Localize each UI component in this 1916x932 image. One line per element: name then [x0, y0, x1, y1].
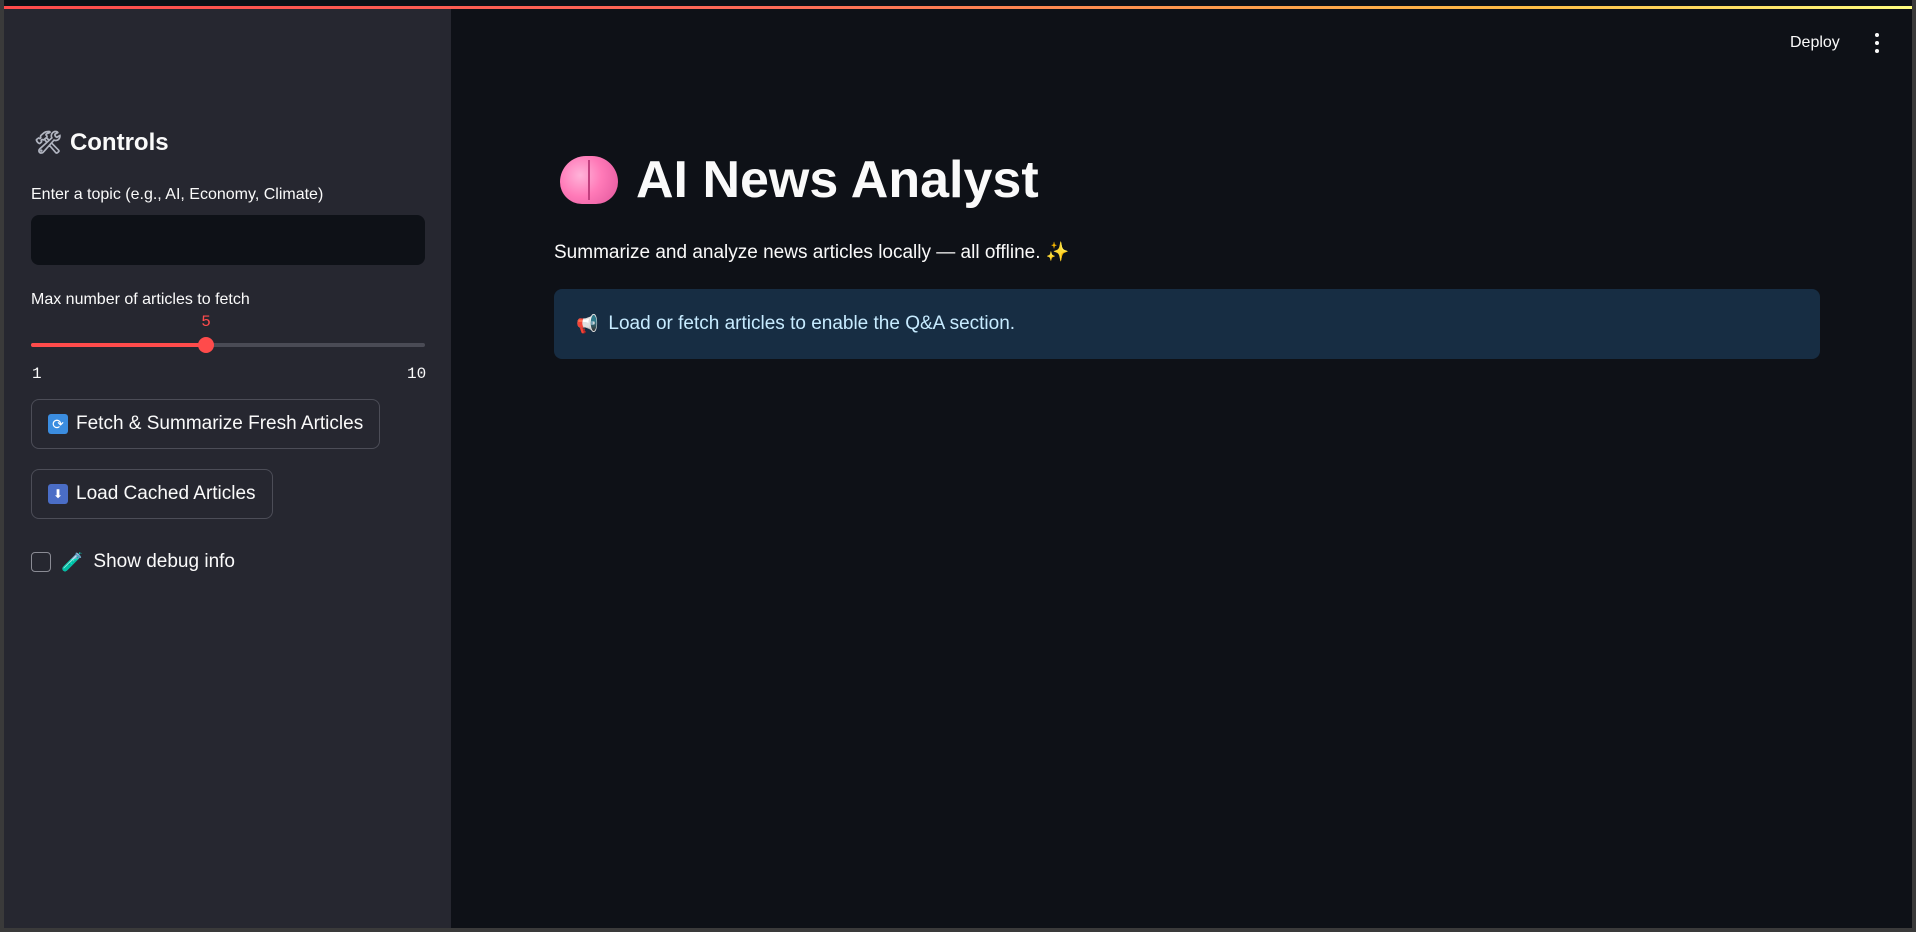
sidebar-title: 🛠 Controls — [34, 129, 169, 157]
kebab-menu-icon[interactable] — [1874, 33, 1880, 53]
fetch-button-label: Fetch & Summarize Fresh Articles — [76, 413, 364, 434]
debug-checkbox-row[interactable]: 🧪 Show debug info — [31, 551, 235, 573]
slider-value: 5 — [201, 313, 211, 331]
page-title-text: AI News Analyst — [636, 151, 1039, 209]
sidebar: 🛠 Controls Enter a topic (e.g., AI, Econ… — [4, 9, 451, 928]
slider-max-label: 10 — [407, 365, 427, 383]
sidebar-title-text: Controls — [69, 129, 169, 156]
test-tube-icon: 🧪 — [61, 551, 84, 572]
load-button-label: Load Cached Articles — [76, 483, 256, 504]
load-cached-button[interactable]: ⬇ Load Cached Articles — [31, 469, 273, 519]
page-title: AI News Analyst — [560, 150, 1039, 210]
refresh-icon: ⟳ — [48, 414, 68, 434]
slider-label: Max number of articles to fetch — [31, 291, 250, 308]
sparkles-icon: ✨ — [1045, 242, 1070, 263]
fetch-summarize-button[interactable]: ⟳ Fetch & Summarize Fresh Articles — [31, 399, 381, 449]
app-window: 🛠 Controls Enter a topic (e.g., AI, Econ… — [4, 0, 1912, 928]
topic-label: Enter a topic (e.g., AI, Economy, Climat… — [31, 186, 324, 203]
slider-thumb[interactable] — [198, 337, 215, 353]
inbox-icon: ⬇ — [48, 484, 68, 504]
info-alert: 📢 Load or fetch articles to enable the Q… — [554, 289, 1820, 359]
deploy-button[interactable]: Deploy — [1790, 34, 1840, 52]
slider-min-label: 1 — [32, 365, 42, 383]
articles-slider[interactable]: 5 — [31, 313, 425, 353]
megaphone-icon: 📢 — [576, 313, 599, 334]
info-message: Load or fetch articles to enable the Q&A… — [608, 313, 1016, 334]
subtitle-text: Summarize and analyze news articles loca… — [554, 242, 1041, 263]
slider-fill — [31, 343, 207, 347]
debug-checkbox-label: Show debug info — [93, 551, 235, 572]
brain-icon — [560, 156, 618, 204]
debug-checkbox[interactable] — [31, 552, 51, 572]
tools-icon: 🛠 — [34, 130, 62, 155]
page-subtitle: Summarize and analyze news articles loca… — [554, 240, 1069, 264]
topic-input[interactable] — [31, 215, 425, 265]
